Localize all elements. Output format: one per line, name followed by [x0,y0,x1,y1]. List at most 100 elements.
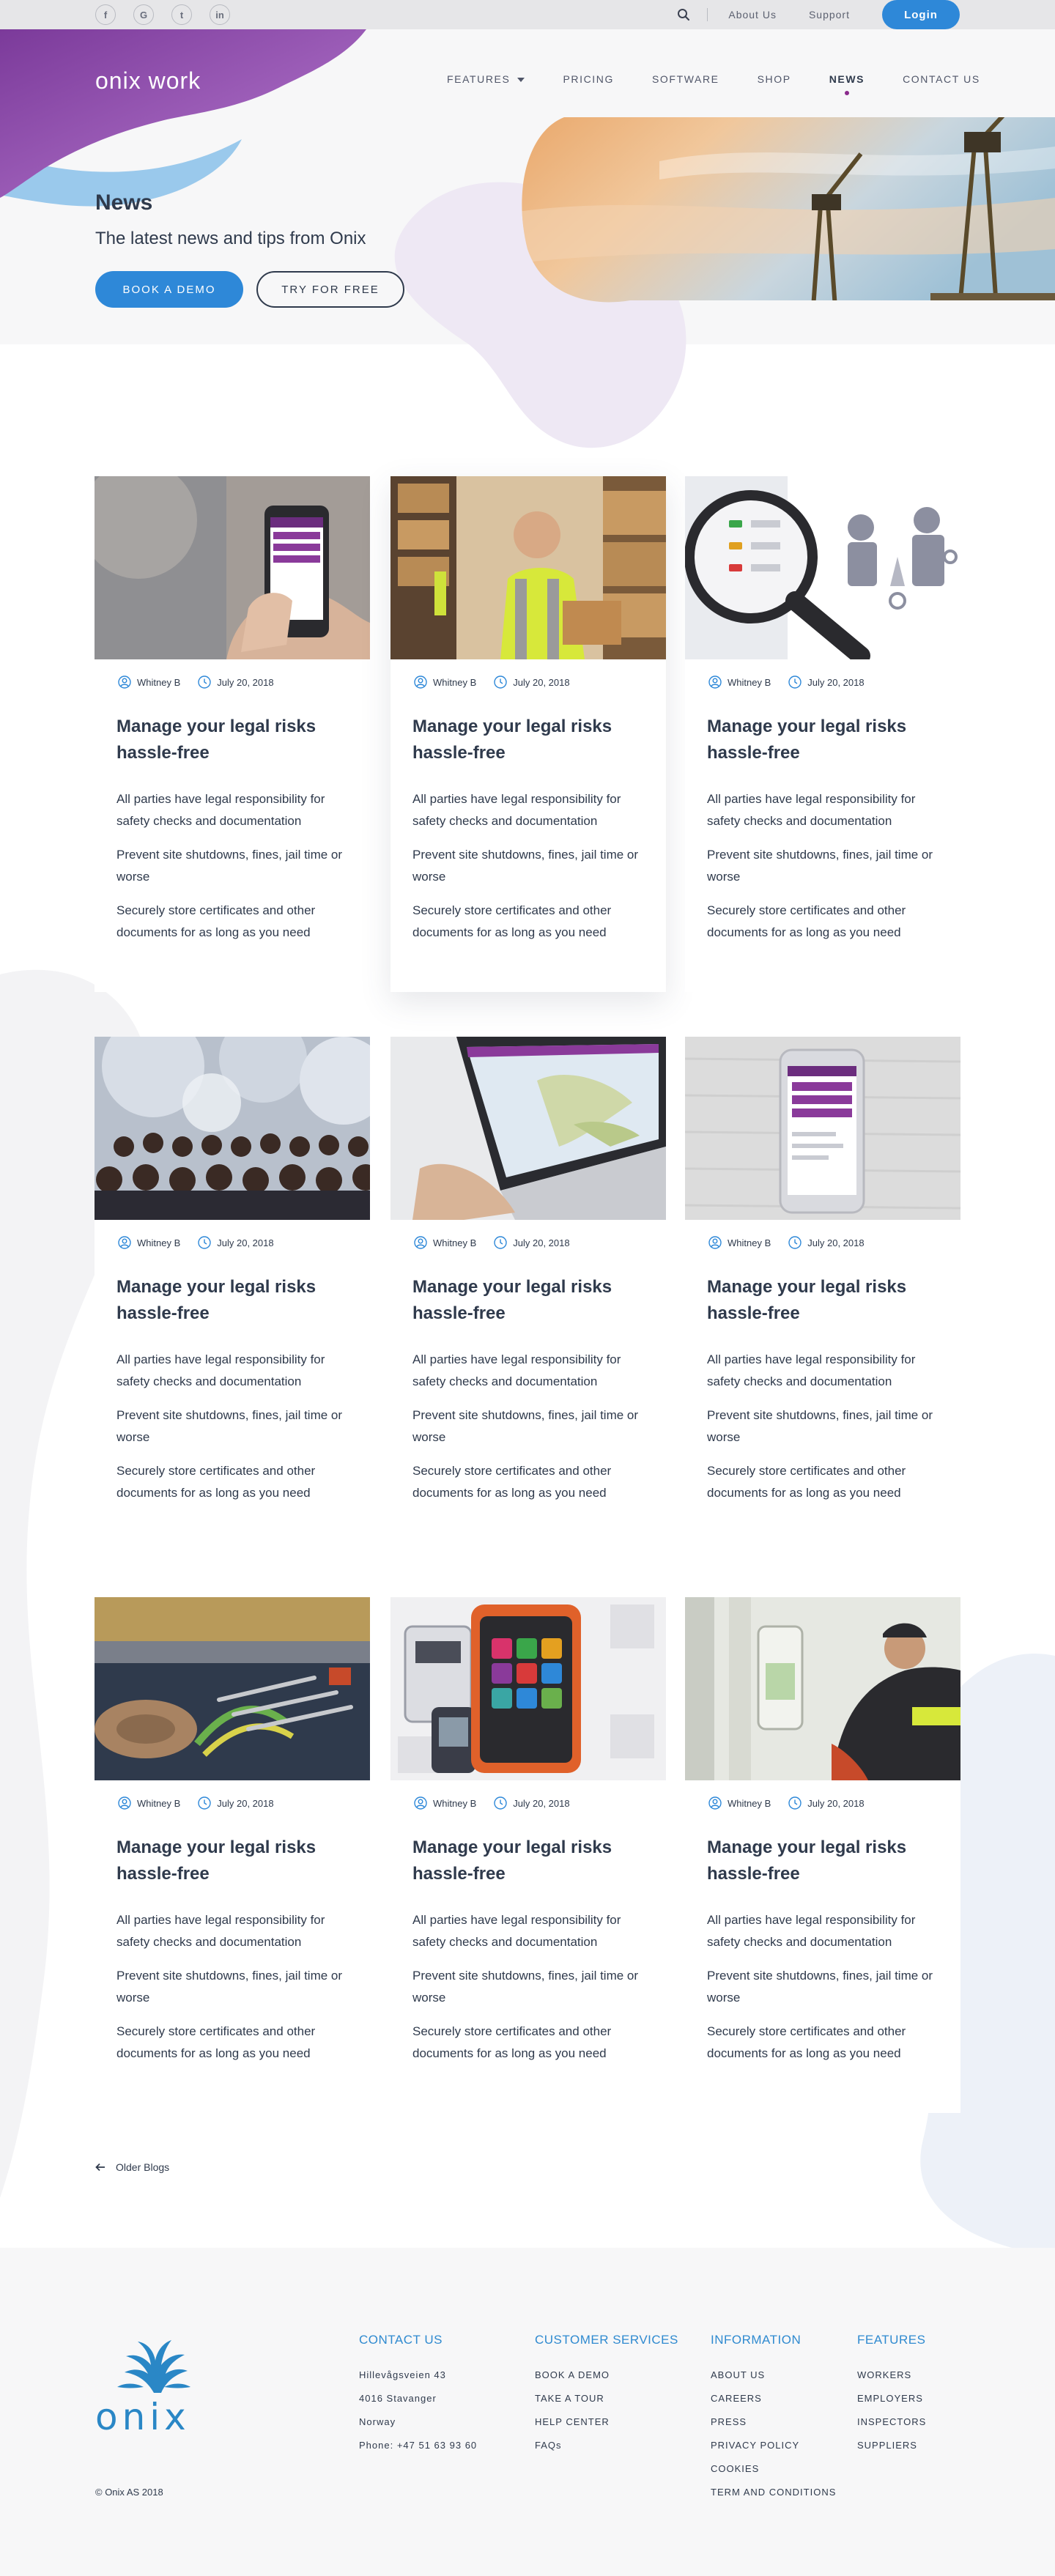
footer-information-column: INFORMATION ABOUT US CAREERS PRESS PRIVA… [711,2333,836,2504]
footer-link-take-tour[interactable]: TAKE A TOUR [535,2387,678,2410]
post-title[interactable]: Manage your legal risks hassle-free [412,714,643,766]
post-date: July 20, 2018 [513,676,570,688]
footer-heading: CUSTOMER SERVICES [535,2333,678,2347]
rugged-devices-image [390,1597,666,1780]
post-bullet: All parties have legal responsibility fo… [707,1352,916,1388]
user-icon [118,1796,131,1810]
phone-on-wood-image [685,1037,960,1220]
nav-software[interactable]: SOFTWARE [652,73,719,85]
footer-link-workers[interactable]: WORKERS [857,2364,926,2387]
footer-link-about-us[interactable]: ABOUT US [711,2364,836,2387]
nav-contact-us[interactable]: CONTACT US [903,73,980,85]
book-demo-button[interactable]: BOOK A DEMO [95,271,243,308]
post-bullet: All parties have legal responsibility fo… [412,1913,621,1949]
footer-link-privacy-policy[interactable]: PRIVACY POLICY [711,2434,836,2457]
footer-link-suppliers[interactable]: SUPPLIERS [857,2434,926,2457]
post-meta: Whitney B July 20, 2018 [708,674,960,690]
footer-link-careers[interactable]: CAREERS [711,2387,836,2410]
copyright: © Onix AS 2018 [95,2487,163,2498]
linkedin-icon[interactable]: in [210,4,230,25]
post-card[interactable]: Whitney B July 20, 2018 Manage your lega… [390,1037,666,1552]
social-links: f G t in [95,4,230,25]
nav-pricing[interactable]: PRICING [563,73,614,85]
post-card[interactable]: Whitney B July 20, 2018 Manage your lega… [95,1037,370,1552]
hand-phone-image [95,476,370,659]
google-icon[interactable]: G [133,4,154,25]
post-title[interactable]: Manage your legal risks hassle-free [412,1274,643,1327]
page-title: News [95,190,153,215]
post-bullet: Prevent site shutdowns, fines, jail time… [707,1408,933,1444]
post-card[interactable]: Whitney B July 20, 2018 Manage your lega… [95,476,370,992]
post-card[interactable]: Whitney B July 20, 2018 Manage your lega… [390,476,666,992]
conference-audience-image [95,1037,370,1220]
post-bullet: All parties have legal responsibility fo… [412,1352,621,1388]
twitter-icon[interactable]: t [171,4,192,25]
post-meta: Whitney B July 20, 2018 [414,1235,666,1251]
try-for-free-button[interactable]: TRY FOR FREE [256,271,404,308]
post-meta: Whitney B July 20, 2018 [414,1795,666,1811]
older-blogs-link[interactable]: Older Blogs [95,2161,169,2173]
post-bullet: Securely store certificates and other do… [412,2024,612,2060]
post-meta: Whitney B July 20, 2018 [118,1235,370,1251]
post-meta: Whitney B July 20, 2018 [118,674,370,690]
post-title[interactable]: Manage your legal risks hassle-free [116,1835,347,1887]
footer-heading: CONTACT US [359,2333,443,2347]
post-date: July 20, 2018 [807,1797,865,1809]
post-author: Whitney B [433,1237,477,1248]
post-bullet: All parties have legal responsibility fo… [116,1913,325,1949]
footer-link-inspectors[interactable]: INSPECTORS [857,2410,926,2434]
footer-link-cookies[interactable]: COOKIES [711,2457,836,2481]
post-bullet: Prevent site shutdowns, fines, jail time… [412,1408,639,1444]
footer-link-book-demo[interactable]: BOOK A DEMO [535,2364,678,2387]
nav-features[interactable]: FEATURES [447,73,525,85]
logo-part-onix: onix [95,67,141,94]
about-us-link[interactable]: About Us [728,9,777,21]
onix-work-logo[interactable]: onix work [95,67,201,95]
footer-link-employers[interactable]: EMPLOYERS [857,2387,926,2410]
search-icon[interactable] [669,0,698,29]
post-author: Whitney B [728,1797,771,1809]
support-link[interactable]: Support [809,9,850,21]
onix-logo-emblem[interactable] [95,2336,212,2394]
active-indicator [844,91,849,95]
nav-shop[interactable]: SHOP [758,73,791,85]
post-author: Whitney B [137,1797,181,1809]
post-bullet: All parties have legal responsibility fo… [116,1352,325,1388]
post-title[interactable]: Manage your legal risks hassle-free [412,1835,643,1887]
main-nav: FEATURES PRICING SOFTWARE SHOP NEWS CONT… [447,73,1018,95]
footer-link-faqs[interactable]: FAQs [535,2434,678,2457]
phone-line[interactable]: Phone: +47 51 63 93 60 [359,2434,477,2457]
post-title[interactable]: Manage your legal risks hassle-free [707,714,937,766]
post-card[interactable]: Whitney B July 20, 2018 Manage your lega… [95,1597,370,2113]
post-card[interactable]: Whitney B July 20, 2018 Manage your lega… [685,1597,960,2113]
post-bullet: Prevent site shutdowns, fines, jail time… [116,1408,343,1444]
post-bullet: Prevent site shutdowns, fines, jail time… [412,848,639,884]
footer-heading: INFORMATION [711,2333,802,2347]
post-card[interactable]: Whitney B July 20, 2018 Manage your lega… [685,1037,960,1552]
facebook-icon[interactable]: f [95,4,116,25]
onix-logo-wordmark[interactable]: onix [95,2396,190,2438]
post-date: July 20, 2018 [807,676,865,688]
nav-news[interactable]: NEWS [829,73,865,95]
clock-icon [198,1236,211,1249]
post-date: July 20, 2018 [807,1237,865,1248]
footer-features-column: FEATURES WORKERS EMPLOYERS INSPECTORS SU… [857,2333,926,2457]
post-card[interactable]: Whitney B July 20, 2018 Manage your lega… [685,476,960,992]
post-title[interactable]: Manage your legal risks hassle-free [116,1274,347,1327]
post-bullet: Securely store certificates and other do… [707,2024,906,2060]
chevron-down-icon [517,78,525,83]
clock-icon [788,1236,802,1249]
login-button[interactable]: Login [882,0,960,29]
address-line: Norway [359,2416,396,2427]
post-card[interactable]: Whitney B July 20, 2018 Manage your lega… [390,1597,666,2113]
footer-link-help-center[interactable]: HELP CENTER [535,2410,678,2434]
post-title[interactable]: Manage your legal risks hassle-free [707,1835,937,1887]
footer-link-press[interactable]: PRESS [711,2410,836,2434]
footer-link-terms[interactable]: TERM AND CONDITIONS [711,2481,836,2504]
post-date: July 20, 2018 [513,1797,570,1809]
address-line: 4016 Stavanger [359,2393,437,2404]
user-icon [414,1796,427,1810]
post-author: Whitney B [137,1237,181,1248]
post-title[interactable]: Manage your legal risks hassle-free [707,1274,937,1327]
post-title[interactable]: Manage your legal risks hassle-free [116,714,347,766]
